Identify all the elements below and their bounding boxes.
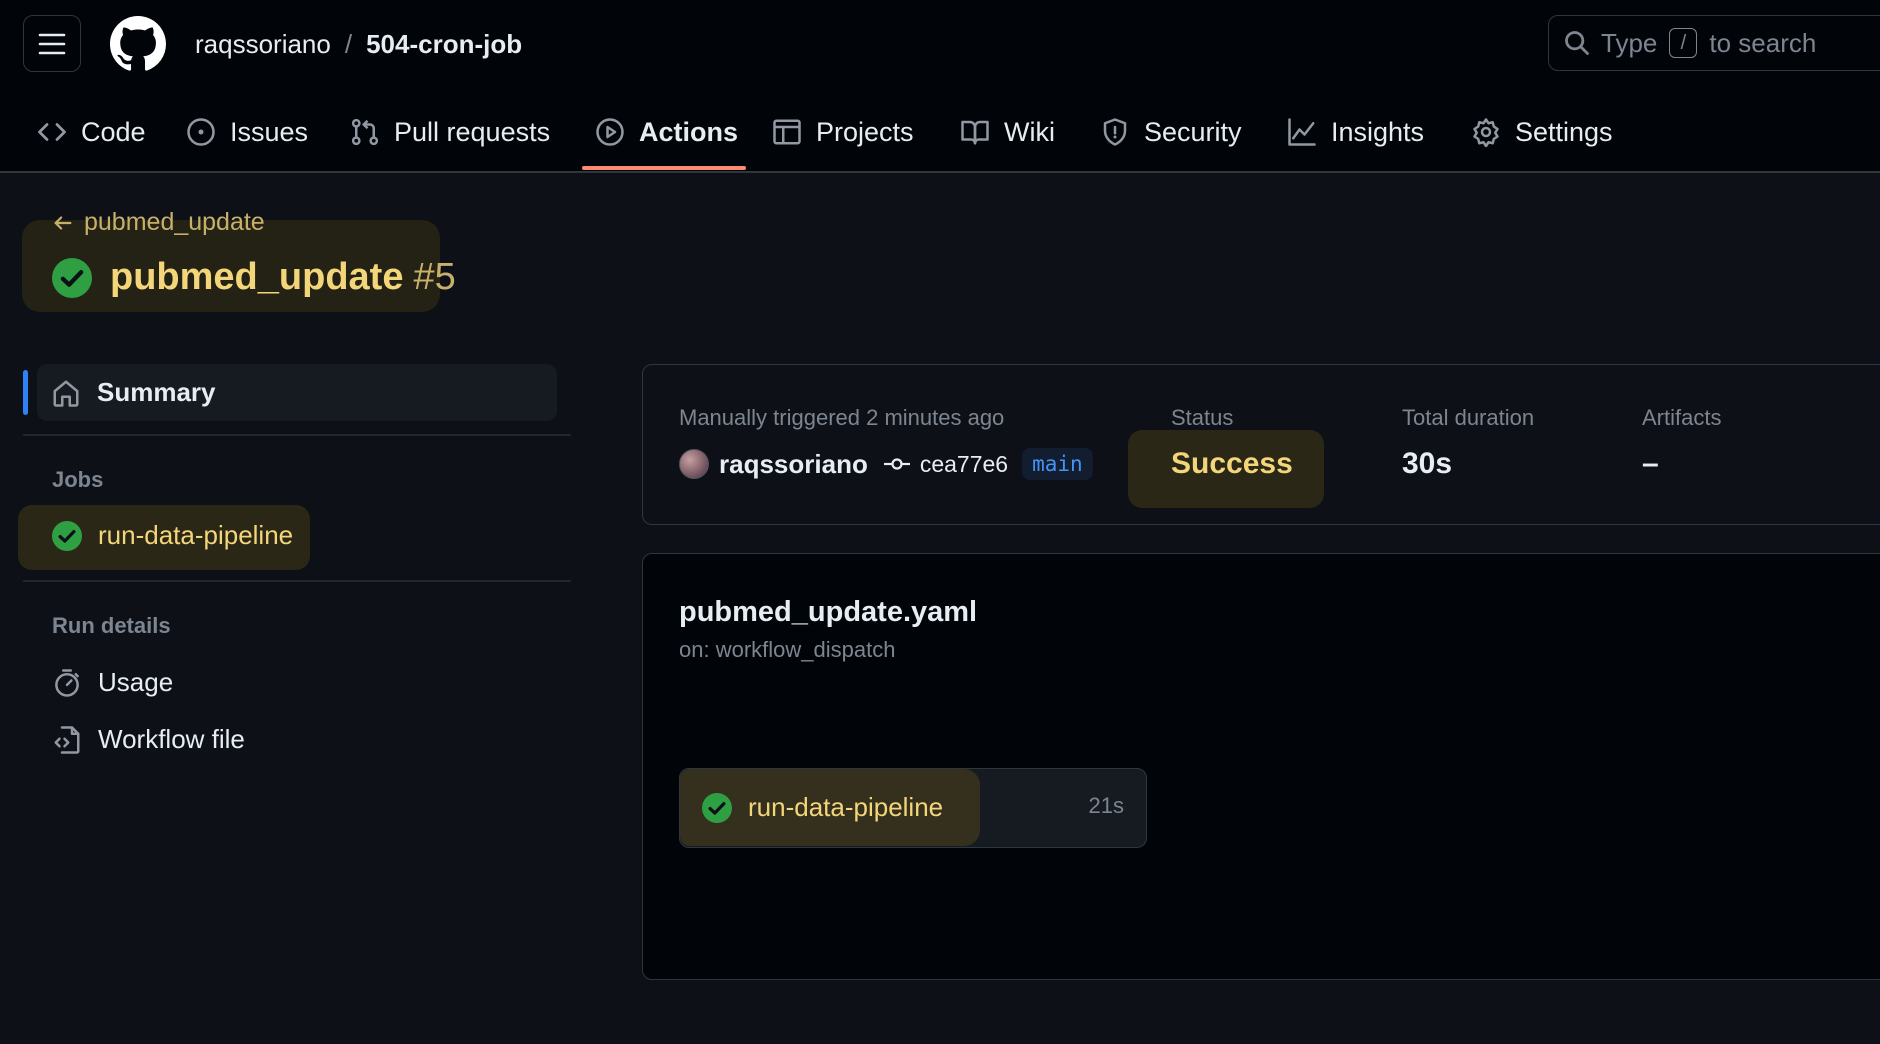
tab-code-label: Code [81,116,146,147]
workflow-trigger: on: workflow_dispatch [679,637,896,662]
avatar[interactable] [679,449,709,479]
menu-icon [38,32,66,56]
actor-link[interactable]: raqssoriano [719,449,868,480]
tab-wiki-label: Wiki [1004,116,1055,147]
run-number: #5 [413,256,456,298]
home-icon [51,378,81,408]
job-node-label: run-data-pipeline [748,792,944,822]
duration-value: 30s [1402,447,1453,480]
tab-issues-label: Issues [230,116,309,147]
tab-pull-requests[interactable]: Pull requests [350,104,550,160]
job-node-content: run-data-pipeline [702,769,943,846]
table-icon [772,117,802,147]
status-label: Status [1171,405,1234,430]
search-icon [1563,29,1591,57]
gear-icon [1471,117,1501,147]
sidebar-item-usage[interactable]: Usage [52,667,173,698]
tab-security-label: Security [1144,116,1242,147]
pull-request-icon [350,117,380,147]
repo-owner-link[interactable]: raqssoriano [195,29,331,60]
breadcrumb: raqssoriano / 504-cron-job [195,27,522,61]
sidebar-item-summary[interactable]: Summary [37,364,557,421]
graph-icon [1287,117,1317,147]
app-header: raqssoriano / 504-cron-job Type / to sea… [0,0,1880,173]
trigger-meta-row: raqssoriano cea77e6 main [679,448,1093,480]
sidebar-item-workflow-file[interactable]: Workflow file [52,724,245,755]
tab-settings-label: Settings [1515,116,1613,147]
commit-icon [883,454,910,474]
sidebar-item-run-data-pipeline[interactable]: run-data-pipeline [52,520,293,551]
tab-actions[interactable]: Actions [595,104,738,160]
sidebar-summary-label: Summary [97,377,216,407]
jobs-heading: Jobs [52,467,104,492]
search-shortcut-key: / [1669,28,1698,58]
tab-issues[interactable]: Issues [186,104,308,160]
tab-wiki[interactable]: Wiki [960,104,1055,160]
duration-label: Total duration [1402,405,1535,430]
shield-icon [1100,117,1130,147]
job-node-duration: 21s [1088,793,1124,818]
arrow-left-icon [52,212,74,234]
usage-label: Usage [98,667,174,697]
check-circle-icon [702,792,732,823]
tab-projects[interactable]: Projects [772,104,914,160]
selected-indicator [23,370,28,415]
tab-insights-label: Insights [1331,116,1425,147]
breadcrumb-separator: / [344,28,353,59]
back-to-workflow-link[interactable]: pubmed_update [52,208,265,237]
tab-code[interactable]: Code [37,104,146,160]
job-node-run-data-pipeline[interactable]: run-data-pipeline 21s [679,768,1147,848]
hamburger-menu-button[interactable] [23,15,81,72]
tab-pull-requests-label: Pull requests [394,116,551,147]
book-icon [960,117,990,147]
tab-insights[interactable]: Insights [1287,104,1424,160]
file-code-icon [52,725,82,755]
check-circle-icon [52,257,92,298]
search-placeholder-prefix: Type [1601,27,1658,58]
commit-sha-link[interactable]: cea77e6 [920,451,1008,478]
sidebar-job-label: run-data-pipeline [98,520,294,550]
sidebar-divider [23,434,571,436]
branch-badge[interactable]: main [1022,448,1093,480]
run-details-heading: Run details [52,613,171,638]
artifacts-value: – [1642,447,1659,480]
tab-actions-label: Actions [639,116,739,147]
repo-name-link[interactable]: 504-cron-job [366,29,522,60]
workflow-file-label: Workflow file [98,724,245,754]
check-circle-icon [52,520,82,551]
tab-projects-label: Projects [816,116,914,147]
artifacts-label: Artifacts [1642,405,1722,430]
trigger-text: Manually triggered 2 minutes ago [679,405,1005,430]
tab-settings[interactable]: Settings [1471,104,1613,160]
run-title-name: pubmed_update [110,256,404,298]
status-value: Success [1171,447,1293,480]
back-link-label: pubmed_update [84,208,265,236]
workflow-file-name[interactable]: pubmed_update.yaml [679,596,977,629]
search-placeholder-suffix: to search [1709,27,1817,58]
code-icon [37,117,67,147]
active-tab-underline [582,166,746,170]
issue-icon [186,117,216,147]
tab-security[interactable]: Security [1100,104,1242,160]
page-title: pubmed_update #5 [52,256,456,299]
stopwatch-icon [52,668,82,698]
sidebar-divider [23,580,571,582]
play-icon [595,117,625,147]
search-input[interactable]: Type / to search [1548,15,1880,71]
github-logo-icon[interactable] [110,16,166,72]
